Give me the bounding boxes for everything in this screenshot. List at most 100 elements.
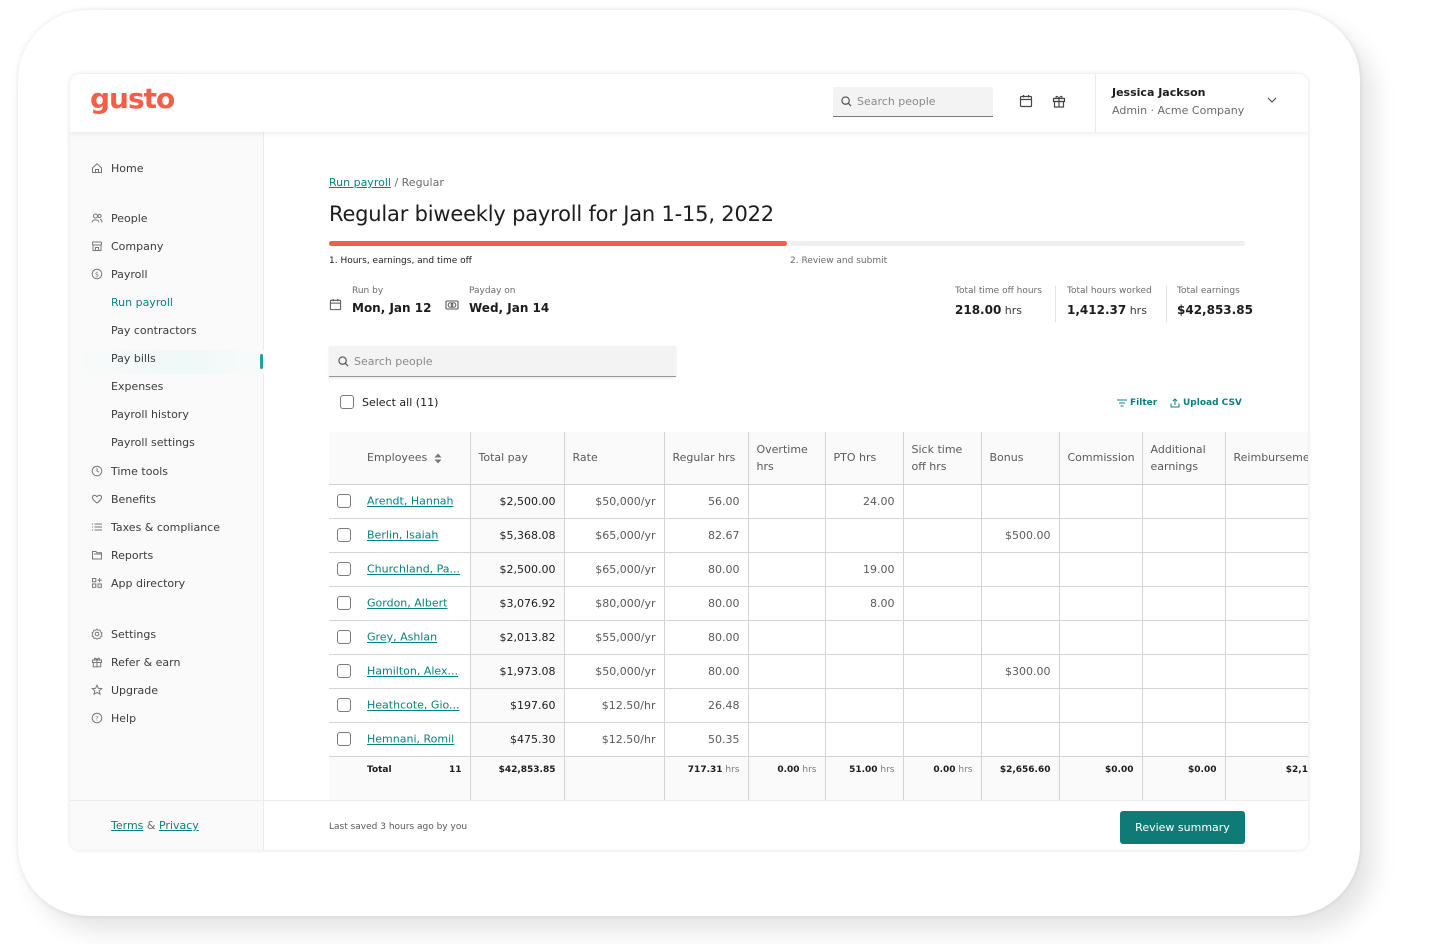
additional-earnings-cell[interactable] — [1142, 552, 1226, 587]
sidebar-item-help[interactable]: ? Help — [90, 708, 136, 728]
breadcrumb-run-payroll-link[interactable]: Run payroll — [329, 176, 391, 189]
sick-hrs-cell[interactable] — [903, 620, 982, 655]
employee-name-link[interactable]: Arendt, Hannah — [367, 495, 454, 508]
reimbursement-cell[interactable] — [1225, 586, 1308, 621]
sick-hrs-cell[interactable] — [903, 722, 982, 757]
regular-hrs-cell[interactable]: 80.00 — [664, 620, 749, 655]
sidebar-item-payroll[interactable]: $ Payroll — [90, 264, 148, 284]
row-checkbox[interactable] — [337, 596, 351, 610]
gusto-logo[interactable]: gusto — [90, 82, 175, 115]
sidebar-item-company[interactable]: Company — [90, 236, 163, 256]
row-checkbox[interactable] — [337, 732, 351, 746]
pto-hrs-cell[interactable]: 24.00 — [825, 484, 904, 519]
chevron-down-icon[interactable] — [1266, 94, 1278, 106]
reimbursement-cell[interactable] — [1225, 722, 1308, 757]
overtime-hrs-cell[interactable] — [748, 620, 826, 655]
sidebar-item-taxes[interactable]: Taxes & compliance — [90, 517, 220, 537]
sidebar-item-reports[interactable]: Reports — [90, 545, 153, 565]
pto-hrs-cell[interactable]: 8.00 — [825, 586, 904, 621]
overtime-hrs-cell[interactable] — [748, 654, 826, 689]
sick-hrs-cell[interactable] — [903, 586, 982, 621]
regular-hrs-cell[interactable]: 80.00 — [664, 586, 749, 621]
bonus-cell[interactable] — [981, 552, 1060, 587]
top-search-input[interactable]: Search people — [833, 87, 993, 117]
pto-hrs-cell[interactable]: 19.00 — [825, 552, 904, 587]
regular-hrs-cell[interactable]: 56.00 — [664, 484, 749, 519]
pto-hrs-cell[interactable] — [825, 518, 904, 553]
filter-button[interactable]: Filter — [1117, 398, 1157, 408]
row-checkbox[interactable] — [337, 562, 351, 576]
pto-hrs-cell[interactable] — [825, 654, 904, 689]
sidebar-item-app-directory[interactable]: App directory — [90, 573, 185, 593]
bonus-cell[interactable] — [981, 484, 1060, 519]
sick-hrs-cell[interactable] — [903, 654, 982, 689]
employee-name-link[interactable]: Gordon, Albert — [367, 597, 447, 610]
gift-icon[interactable] — [1050, 92, 1068, 110]
bonus-cell[interactable] — [981, 586, 1060, 621]
bonus-cell[interactable]: $500.00 — [981, 518, 1060, 553]
commission-cell[interactable] — [1059, 484, 1143, 519]
regular-hrs-cell[interactable]: 80.00 — [664, 654, 749, 689]
reimbursement-cell[interactable] — [1225, 688, 1308, 723]
additional-earnings-cell[interactable] — [1142, 654, 1226, 689]
commission-cell[interactable] — [1059, 722, 1143, 757]
terms-link[interactable]: Terms — [111, 819, 143, 832]
sick-hrs-cell[interactable] — [903, 518, 982, 553]
privacy-link[interactable]: Privacy — [159, 819, 199, 832]
regular-hrs-cell[interactable]: 26.48 — [664, 688, 749, 723]
employee-name-link[interactable]: Grey, Ashlan — [367, 631, 437, 644]
commission-cell[interactable] — [1059, 518, 1143, 553]
commission-cell[interactable] — [1059, 688, 1143, 723]
employee-name-link[interactable]: Hamilton, Alex... — [367, 665, 458, 678]
column-header-employees[interactable]: Employees — [329, 432, 471, 485]
pto-hrs-cell[interactable] — [825, 688, 904, 723]
calendar-icon[interactable] — [1017, 92, 1035, 110]
sick-hrs-cell[interactable] — [903, 688, 982, 723]
employee-name-link[interactable]: Berlin, Isaiah — [367, 529, 438, 542]
sidebar-item-payroll-settings[interactable]: Payroll settings — [111, 432, 195, 452]
overtime-hrs-cell[interactable] — [748, 484, 826, 519]
upload-csv-button[interactable]: Upload CSV — [1170, 398, 1242, 408]
reimbursement-cell[interactable] — [1225, 552, 1308, 587]
sidebar-item-benefits[interactable]: Benefits — [90, 489, 156, 509]
regular-hrs-cell[interactable]: 82.67 — [664, 518, 749, 553]
commission-cell[interactable] — [1059, 552, 1143, 587]
sidebar-item-upgrade[interactable]: Upgrade — [90, 680, 158, 700]
sidebar-item-people[interactable]: People — [90, 208, 148, 228]
reimbursement-cell[interactable] — [1225, 518, 1308, 553]
select-all-checkbox[interactable] — [340, 395, 354, 409]
sick-hrs-cell[interactable] — [903, 484, 982, 519]
sidebar-item-home[interactable]: Home — [90, 158, 143, 178]
employee-name-link[interactable]: Churchland, Pa... — [367, 563, 460, 576]
additional-earnings-cell[interactable] — [1142, 484, 1226, 519]
sort-icon[interactable] — [434, 453, 442, 464]
row-checkbox[interactable] — [337, 664, 351, 678]
sidebar-item-expenses[interactable]: Expenses — [111, 376, 163, 396]
additional-earnings-cell[interactable] — [1142, 586, 1226, 621]
sidebar-item-pay-contractors[interactable]: Pay contractors — [111, 320, 197, 340]
additional-earnings-cell[interactable] — [1142, 722, 1226, 757]
employee-name-link[interactable]: Hemnani, Romil — [367, 733, 454, 746]
select-all[interactable]: Select all (11) — [340, 395, 438, 409]
pto-hrs-cell[interactable] — [825, 722, 904, 757]
overtime-hrs-cell[interactable] — [748, 552, 826, 587]
regular-hrs-cell[interactable]: 80.00 — [664, 552, 749, 587]
commission-cell[interactable] — [1059, 654, 1143, 689]
sidebar-item-payroll-history[interactable]: Payroll history — [111, 404, 189, 424]
additional-earnings-cell[interactable] — [1142, 518, 1226, 553]
row-checkbox[interactable] — [337, 528, 351, 542]
bonus-cell[interactable] — [981, 722, 1060, 757]
employee-name-link[interactable]: Heathcote, Gio... — [367, 699, 460, 712]
review-summary-button[interactable]: Review summary — [1120, 811, 1245, 844]
additional-earnings-cell[interactable] — [1142, 688, 1226, 723]
sidebar-item-run-payroll[interactable]: Run payroll — [111, 292, 173, 312]
sidebar-item-time-tools[interactable]: Time tools — [90, 461, 168, 481]
overtime-hrs-cell[interactable] — [748, 688, 826, 723]
row-checkbox[interactable] — [337, 630, 351, 644]
row-checkbox[interactable] — [337, 494, 351, 508]
overtime-hrs-cell[interactable] — [748, 518, 826, 553]
bonus-cell[interactable]: $300.00 — [981, 654, 1060, 689]
user-menu[interactable]: Jessica Jackson Admin · Acme Company — [1095, 74, 1308, 132]
commission-cell[interactable] — [1059, 586, 1143, 621]
commission-cell[interactable] — [1059, 620, 1143, 655]
